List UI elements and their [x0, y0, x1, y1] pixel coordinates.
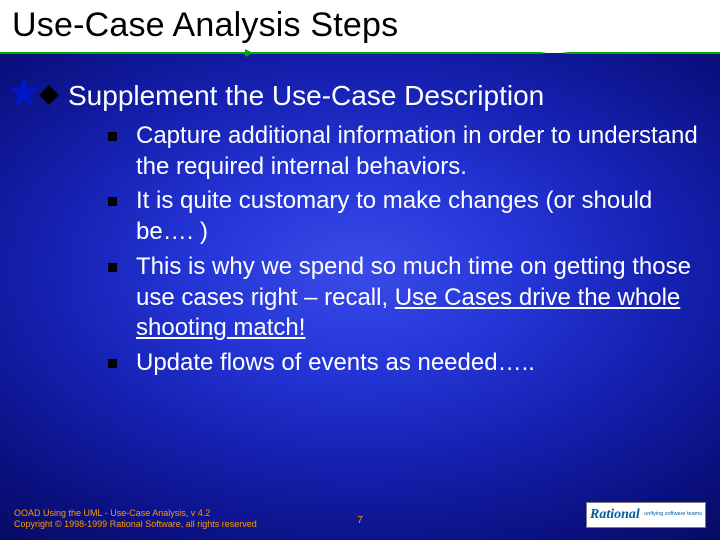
sub-bullet-list: Capture additional information in order …: [108, 121, 700, 379]
slide: Use-Case Analysis Steps Supplement the U…: [0, 0, 720, 540]
rational-logo: Rational unifying software teams: [586, 502, 706, 528]
slide-title: Use-Case Analysis Steps: [12, 6, 710, 45]
page-number: 7: [357, 515, 363, 526]
divider-line: [0, 52, 720, 54]
footer-line1: OOAD Using the UML - Use-Case Analysis, …: [14, 508, 257, 519]
title-band: Use-Case Analysis Steps: [0, 0, 720, 53]
list-item: Capture additional information in order …: [108, 121, 700, 182]
footer-credit: OOAD Using the UML - Use-Case Analysis, …: [14, 508, 257, 531]
content-area: Supplement the Use-Case Description Capt…: [30, 68, 700, 383]
list-item: It is quite customary to make changes (o…: [108, 186, 700, 247]
bullet-text: Capture additional information in order …: [136, 122, 698, 180]
list-item: This is why we spend so much time on get…: [108, 252, 700, 344]
logo-tagline: unifying software teams: [644, 512, 702, 518]
footer: OOAD Using the UML - Use-Case Analysis, …: [0, 498, 720, 530]
main-bullet: Supplement the Use-Case Description: [30, 78, 700, 113]
bullet-text: It is quite customary to make changes (o…: [136, 187, 652, 245]
bullet-text: Update flows of events as needed…..: [136, 349, 535, 376]
main-bullet-text: Supplement the Use-Case Description: [68, 78, 544, 113]
logo-text: Rational: [590, 507, 640, 523]
diamond-bullet-icon: [39, 85, 59, 105]
list-item: Update flows of events as needed…..: [108, 348, 700, 379]
footer-line2: Copyright © 1998-1999 Rational Software,…: [14, 519, 257, 530]
